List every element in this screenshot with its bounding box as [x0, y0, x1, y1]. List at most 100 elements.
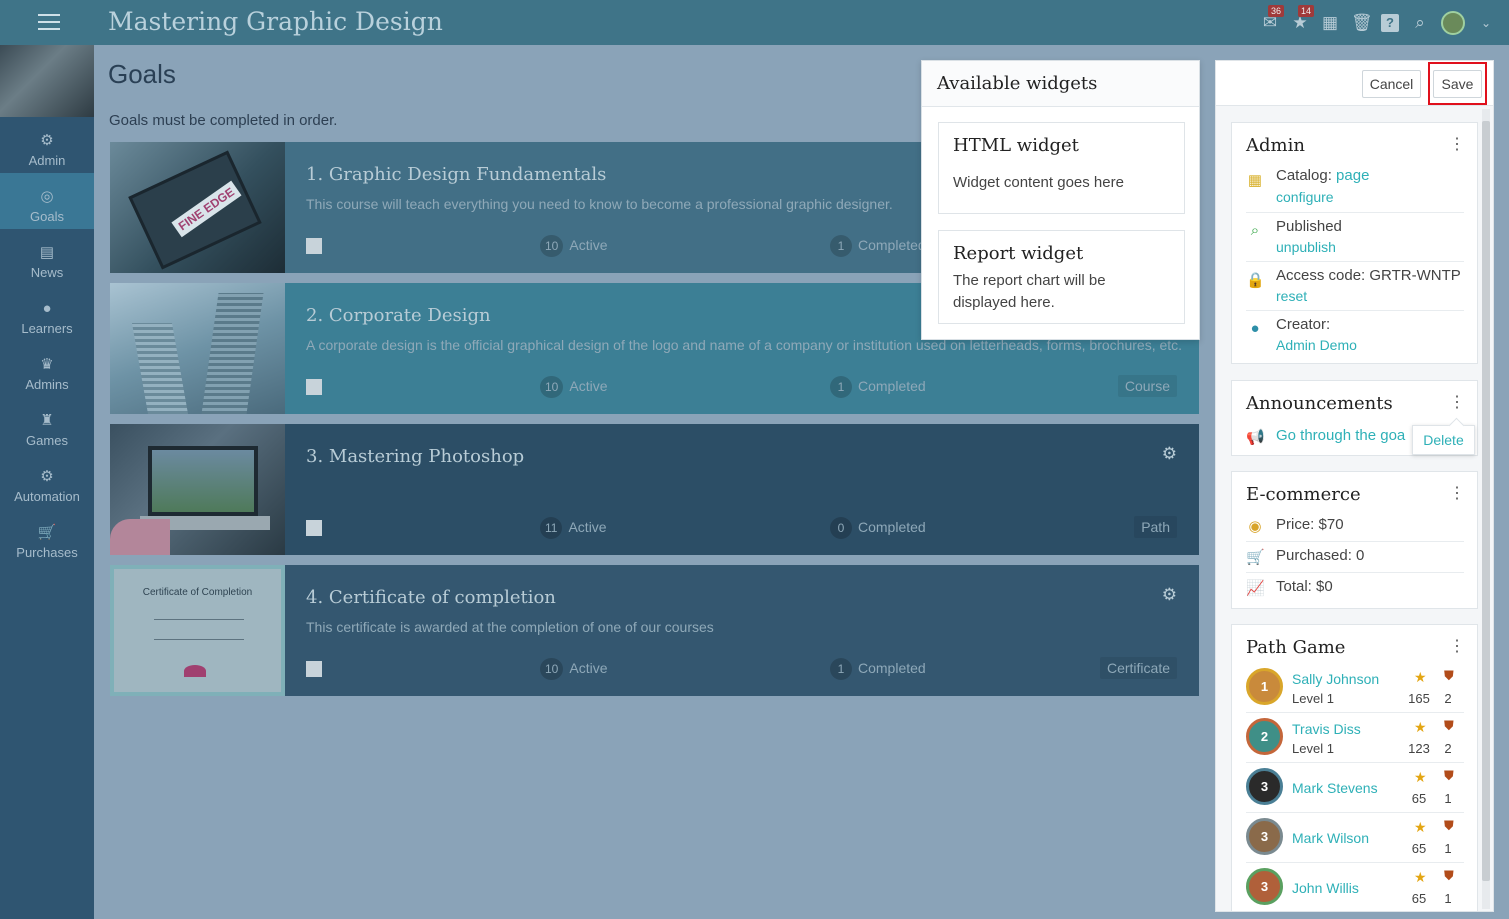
- goal-title: 1. Graphic Design Fundamentals: [306, 164, 607, 185]
- unpublish-link[interactable]: unpublish: [1276, 239, 1336, 255]
- target-icon: ◎: [40, 188, 54, 205]
- active-label: Active: [569, 660, 608, 676]
- goal-card[interactable]: 3. Mastering Photoshop ⚙ 11 Active 0 Compl…: [110, 424, 1199, 555]
- user-avatar[interactable]: [1441, 11, 1465, 35]
- completed-label: Completed: [858, 519, 926, 535]
- rank-number: 1: [1260, 679, 1269, 694]
- goal-type-badge: Course: [1117, 375, 1177, 397]
- player-score: 65: [1411, 891, 1427, 906]
- gear-icon[interactable]: ⚙: [1162, 585, 1177, 605]
- rank-number: 2: [1260, 729, 1269, 744]
- goal-checkbox[interactable]: [306, 661, 322, 677]
- sidebar: ⚙ Admin ◎ Goals ▤ News ● Learners ♛ Admins ♜ G…: [0, 45, 94, 919]
- sidebar-item-purchases[interactable]: 🛒 Purchases: [0, 509, 94, 565]
- reset-link[interactable]: reset: [1276, 288, 1307, 304]
- calendar-icon[interactable]: ▦: [1321, 14, 1339, 32]
- sidebar-item-news[interactable]: ▤ News: [0, 229, 94, 285]
- shield-icon: ⛊: [1444, 668, 1454, 683]
- html-widget[interactable]: HTML widget Widget content goes here: [938, 122, 1185, 214]
- completed-count: 1: [830, 235, 852, 257]
- published-row: ⌕ Published unpublish: [1246, 218, 1464, 262]
- configure-link[interactable]: configure: [1276, 189, 1334, 205]
- player-name[interactable]: John Willis: [1292, 880, 1359, 896]
- goal-checkbox[interactable]: [306, 520, 322, 536]
- goal-description: This certificate is awarded at the compl…: [306, 619, 714, 635]
- scrollbar[interactable]: [1482, 121, 1490, 881]
- gear-icon[interactable]: ⚙: [1162, 444, 1177, 464]
- goal-thumbnail: FINE EDGE: [110, 142, 285, 273]
- report-widget[interactable]: Report widget The report chart will be d…: [938, 230, 1185, 324]
- course-image: [0, 45, 94, 117]
- published-label: Published: [1276, 218, 1342, 235]
- messages-icon[interactable]: ✉ 36: [1261, 5, 1285, 32]
- sidebar-item-automation[interactable]: ⚙ Automation: [0, 453, 94, 509]
- gear-icon: ⚙: [40, 132, 54, 149]
- certificate-title: Certificate of Completion: [142, 587, 253, 598]
- goal-title: 4. Certificate of completion: [306, 587, 556, 608]
- search-icon[interactable]: ⌕: [1411, 14, 1429, 32]
- sidebar-item-learners[interactable]: ● Learners: [0, 285, 94, 341]
- sidebar-item-games[interactable]: ♜ Games: [0, 397, 94, 453]
- catalog-link[interactable]: page: [1336, 167, 1369, 184]
- sidebar-item-label: Learners: [21, 321, 73, 336]
- kebab-menu-icon[interactable]: ⋮: [1449, 486, 1465, 502]
- chevron-down-icon[interactable]: ⌄: [1477, 14, 1495, 32]
- megaphone-icon: 📢: [1246, 429, 1265, 446]
- widget-title: Report widget: [953, 243, 1084, 264]
- cancel-button[interactable]: Cancel: [1362, 70, 1421, 98]
- creator-link[interactable]: Admin Demo: [1276, 337, 1357, 353]
- goal-title: 3. Mastering Photoshop: [306, 446, 525, 467]
- kebab-menu-icon[interactable]: ⋮: [1449, 137, 1465, 153]
- goal-checkbox[interactable]: [306, 238, 322, 254]
- announcement-link[interactable]: Go through the goa: [1276, 427, 1405, 444]
- kebab-menu-icon[interactable]: ⋮: [1449, 395, 1465, 411]
- catalog-row: ▦ Catalog: page configure: [1246, 167, 1464, 213]
- path-game-card: Path Game ⋮ 1 Sally Johnson Level 1 ★ ⛊ …: [1231, 624, 1478, 911]
- leaderboard-row: 2 Travis Diss Level 1 ★ ⛊ 123 2: [1246, 713, 1464, 763]
- active-count: 11: [540, 517, 563, 539]
- price-label: Price: $70: [1276, 516, 1344, 533]
- player-name[interactable]: Sally Johnson: [1292, 671, 1379, 687]
- top-bar: Mastering Graphic Design ✉ 36 ★ 14 ▦ 🗑 ? ⌕…: [0, 0, 1509, 45]
- menu-icon[interactable]: [38, 14, 60, 31]
- goal-thumbnail: Certificate of Completion: [110, 565, 285, 696]
- active-label: Active: [569, 378, 608, 394]
- sidebar-item-goals[interactable]: ◎ Goals: [0, 173, 94, 229]
- kebab-menu-icon[interactable]: ⋮: [1449, 639, 1465, 655]
- player-level: Level 1: [1292, 741, 1334, 756]
- cart-icon: 🛒: [1246, 549, 1265, 566]
- player-score: 65: [1411, 791, 1427, 806]
- sidebar-item-admin[interactable]: ⚙ Admin: [0, 117, 94, 173]
- shield-icon: ⛊: [1444, 768, 1454, 783]
- player-name[interactable]: Mark Wilson: [1292, 830, 1369, 846]
- ecommerce-card: E-commerce ⋮ ◉ Price: $70 🛒 Purchased: 0…: [1231, 471, 1478, 609]
- sidebar-item-label: Purchases: [16, 545, 78, 560]
- chart-icon: 📈: [1246, 580, 1265, 597]
- shield-icon: ⛊: [1444, 718, 1454, 733]
- player-level: Level 1: [1292, 691, 1334, 706]
- player-name[interactable]: Travis Diss: [1292, 721, 1361, 737]
- purchased-row: 🛒 Purchased: 0: [1246, 547, 1464, 573]
- save-button[interactable]: Save: [1433, 70, 1482, 98]
- trash-icon[interactable]: 🗑: [1351, 14, 1373, 32]
- player-name[interactable]: Mark Stevens: [1292, 780, 1378, 796]
- gears-icon: ⚙: [40, 468, 54, 485]
- help-icon[interactable]: ?: [1381, 14, 1399, 32]
- active-stat: 10 Active: [540, 235, 607, 257]
- star-icon[interactable]: ★ 14: [1291, 5, 1315, 32]
- active-count: 10: [540, 376, 564, 398]
- rank-number: 3: [1260, 829, 1269, 844]
- goal-checkbox[interactable]: [306, 379, 322, 395]
- admin-card: Admin ⋮ ▦ Catalog: page configure ⌕ Publ…: [1231, 122, 1478, 364]
- panel-actions: Cancel Save: [1216, 61, 1493, 106]
- delete-menu-item[interactable]: Delete: [1412, 425, 1475, 455]
- sidebar-item-admins[interactable]: ♛ Admins: [0, 341, 94, 397]
- trophy-icon: ♜: [40, 412, 54, 429]
- leaderboard-row: 3 Mark Stevens ★ ⛊ 65 1: [1246, 763, 1464, 813]
- access-code-label: Access code: GRTR-WNTP: [1276, 267, 1461, 284]
- page-title: Goals: [108, 59, 176, 89]
- card-title: E-commerce: [1246, 484, 1361, 505]
- crown-icon: ♛: [40, 356, 54, 373]
- completed-count: 1: [830, 658, 852, 680]
- goal-card[interactable]: Certificate of Completion 4. Certificate…: [110, 565, 1199, 696]
